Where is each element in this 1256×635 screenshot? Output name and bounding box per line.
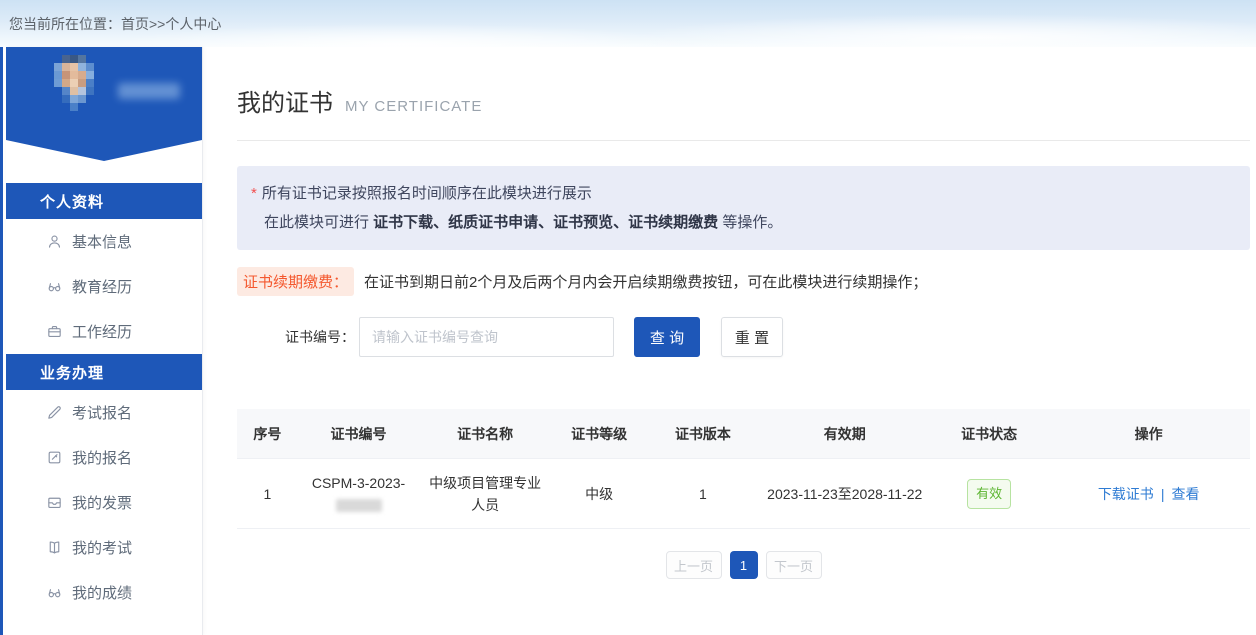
action-separator: | <box>1161 486 1165 502</box>
col-header-cert-no: 证书编号 <box>298 423 420 445</box>
cell-cert-name: 中级项目管理专业人员 <box>419 472 551 516</box>
cell-validity: 2023-11-23至2028-11-22 <box>759 483 931 505</box>
col-header-level: 证书等级 <box>551 423 647 445</box>
edit-doc-icon <box>46 449 63 466</box>
profile-header <box>6 47 202 140</box>
cert-no-label: 证书编号： <box>285 327 355 347</box>
cell-version: 1 <box>647 483 758 505</box>
table-row: 1 CSPM-3-2023- 中级项目管理专业人员 中级 1 2023-11-2… <box>237 459 1250 529</box>
sidebar-item-label: 考试报名 <box>72 402 132 423</box>
renewal-notice: 证书续期缴费： 在证书到期日前2个月及后两个月内会开启续期缴费按钮，可在此模块进… <box>237 267 1250 296</box>
glasses-icon <box>46 278 63 295</box>
col-header-status: 证书状态 <box>931 423 1047 445</box>
page-number-button[interactable]: 1 <box>730 551 758 579</box>
pencil-icon <box>46 404 63 421</box>
col-header-validity: 有效期 <box>759 423 931 445</box>
cell-actions: 下载证书 | 查看 <box>1047 483 1250 505</box>
cell-index: 1 <box>237 483 298 505</box>
sidebar-item-my-invoice[interactable]: 我的发票 <box>6 480 202 525</box>
sidebar-item-label: 教育经历 <box>72 276 132 297</box>
title-divider <box>237 140 1250 141</box>
view-cert-link[interactable]: 查看 <box>1171 486 1199 502</box>
page-subtitle: MY CERTIFICATE <box>345 98 482 115</box>
notice-line2: 在此模块可进行 证书下载、纸质证书申请、证书预览、证书续期缴费 等操作。 <box>251 208 1232 237</box>
cell-status: 有效 <box>931 479 1047 509</box>
business-menu: 考试报名 我的报名 我的发票 我的考试 我的成绩 <box>6 390 202 615</box>
top-breadcrumb-bar: 您当前所在位置：首页>>个人中心 <box>0 0 1256 47</box>
table-header-row: 序号 证书编号 证书名称 证书等级 证书版本 有效期 证书状态 操作 <box>237 409 1250 459</box>
col-header-actions: 操作 <box>1047 423 1250 445</box>
sidebar-item-label: 基本信息 <box>72 231 132 252</box>
sidebar-item-label: 我的成绩 <box>72 582 132 603</box>
col-header-index: 序号 <box>237 423 298 445</box>
status-badge: 有效 <box>967 479 1011 509</box>
page-title: 我的证书 <box>237 83 333 118</box>
breadcrumb: 您当前所在位置：首页>>个人中心 <box>0 14 221 34</box>
briefcase-icon <box>46 323 63 340</box>
download-cert-link[interactable]: 下载证书 <box>1098 486 1154 502</box>
cert-no-redacted-block <box>336 499 382 512</box>
user-icon <box>46 233 63 250</box>
search-button[interactable]: 查 询 <box>634 317 700 357</box>
next-page-button[interactable]: 下一页 <box>766 551 822 579</box>
sidebar-item-label: 工作经历 <box>72 321 132 342</box>
renewal-badge: 证书续期缴费： <box>237 267 354 296</box>
personal-menu: 基本信息 教育经历 工作经历 <box>6 219 202 354</box>
book-icon <box>46 539 63 556</box>
notice-line1: *所有证书记录按照报名时间顺序在此模块进行展示 <box>251 179 1232 208</box>
sidebar-item-label: 我的考试 <box>72 537 132 558</box>
sidebar-item-label: 我的发票 <box>72 492 132 513</box>
sidebar-section-business[interactable]: 业务办理 <box>6 354 202 390</box>
glasses-icon <box>46 584 63 601</box>
cell-cert-no: CSPM-3-2023- <box>298 472 420 516</box>
cell-level: 中级 <box>551 483 647 505</box>
sidebar-item-my-exam[interactable]: 我的考试 <box>6 525 202 570</box>
main-content: 我的证书 MY CERTIFICATE *所有证书记录按照报名时间顺序在此模块进… <box>237 47 1250 635</box>
reset-button[interactable]: 重 置 <box>721 317 783 357</box>
col-header-version: 证书版本 <box>647 423 758 445</box>
sidebar-item-my-scores[interactable]: 我的成绩 <box>6 570 202 615</box>
sidebar-item-exam-signup[interactable]: 考试报名 <box>6 390 202 435</box>
required-asterisk: * <box>251 185 257 202</box>
sidebar-item-education[interactable]: 教育经历 <box>6 264 202 309</box>
chevron-down-ribbon <box>6 140 202 161</box>
notice-box: *所有证书记录按照报名时间顺序在此模块进行展示 在此模块可进行 证书下载、纸质证… <box>237 166 1250 250</box>
sidebar-item-work[interactable]: 工作经历 <box>6 309 202 354</box>
profile-name-redacted <box>118 83 180 99</box>
invoice-icon <box>46 494 63 511</box>
certificate-table: 序号 证书编号 证书名称 证书等级 证书版本 有效期 证书状态 操作 1 CSP… <box>237 409 1250 529</box>
sidebar-section-personal[interactable]: 个人资料 <box>6 183 202 219</box>
sidebar-item-basic-info[interactable]: 基本信息 <box>6 219 202 264</box>
sidebar: 个人资料 基本信息 教育经历 工作经历 业务办理 考试报名 我的报名 我的发票 <box>6 47 203 635</box>
sidebar-item-label: 我的报名 <box>72 447 132 468</box>
left-accent-strip <box>0 47 3 635</box>
prev-page-button[interactable]: 上一页 <box>666 551 722 579</box>
renewal-text: 在证书到期日前2个月及后两个月内会开启续期缴费按钮，可在此模块进行续期操作； <box>364 271 927 292</box>
avatar <box>54 55 110 119</box>
cert-no-input[interactable] <box>359 317 614 357</box>
col-header-cert-name: 证书名称 <box>419 423 551 445</box>
search-bar: 证书编号： 查 询 重 置 <box>237 317 1250 357</box>
sidebar-item-my-signup[interactable]: 我的报名 <box>6 435 202 480</box>
pagination: 上一页 1 下一页 <box>237 551 1250 579</box>
